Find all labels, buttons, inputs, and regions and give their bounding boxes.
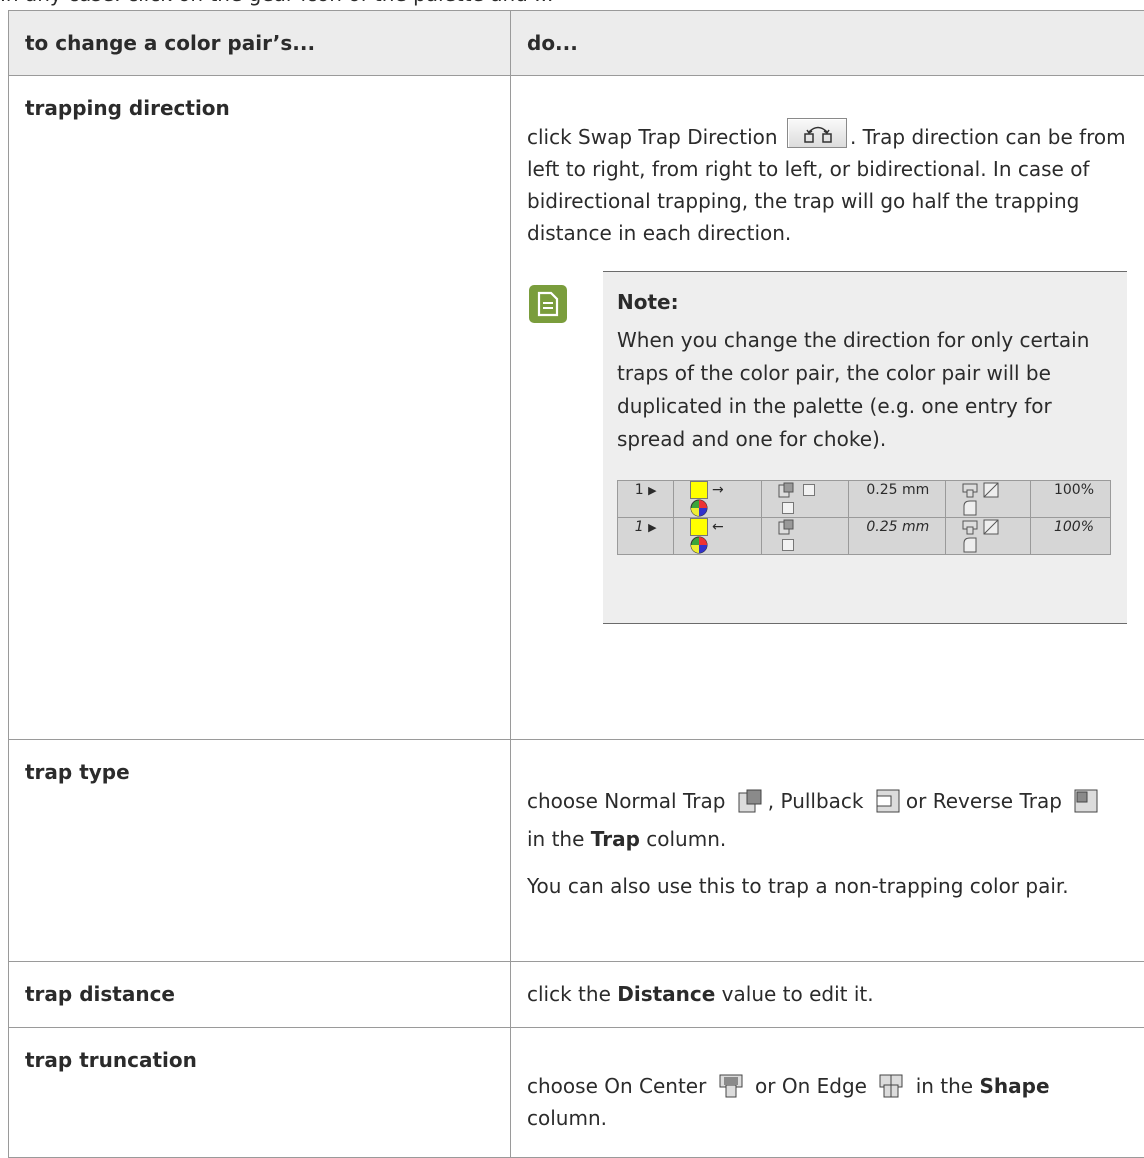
truncation-text-1: choose On Center (527, 1074, 706, 1098)
yellow-swatch (690, 518, 708, 536)
type-text-2: , Pullback (768, 789, 864, 813)
type-text-3: or Reverse Trap (906, 789, 1062, 813)
distance-text-end: value to edit it. (722, 982, 874, 1006)
checkbox-icon[interactable] (782, 502, 794, 514)
table-row-type: trap type choose Normal Trap , Pullback … (9, 740, 1144, 962)
truncation-text-2: or On Edge (755, 1074, 867, 1098)
trap-type-cell (762, 481, 849, 518)
palette-row-number: 1 (635, 519, 644, 535)
row-label-truncation: trap truncation (9, 1028, 511, 1158)
row-label-type: trap type (9, 740, 511, 962)
swap-trap-direction-button[interactable] (787, 118, 847, 148)
normal-trap-icon[interactable] (737, 788, 763, 814)
note-title: Note: (617, 286, 1111, 318)
expand-triangle-icon[interactable]: ▶ (648, 484, 656, 497)
palette-row-number-cell: 1 ▶ (618, 518, 674, 555)
trap-type-cell (762, 518, 849, 555)
percent-cell[interactable]: 100% (1031, 518, 1111, 555)
type-text-1: choose Normal Trap (527, 789, 725, 813)
type-text-4: in the (527, 827, 584, 851)
swap-direction-icon (803, 123, 833, 145)
table-row-truncation: trap truncation choose On Center or On E… (9, 1028, 1144, 1158)
on-center-icon[interactable] (962, 519, 978, 535)
distance-cell[interactable]: 0.25 mm (849, 518, 946, 555)
trap-type-paragraph: choose Normal Trap , Pullback or Reverse… (527, 782, 1128, 858)
distance-text-1: click the (527, 982, 611, 1006)
palette-row[interactable]: 1 ▶ ← (618, 518, 1111, 555)
pullback-icon[interactable] (875, 788, 901, 814)
table-header-row: to change a color pair’s... do... (9, 11, 1144, 76)
palette-row[interactable]: 1 ▶ → (618, 481, 1111, 518)
row-content-distance: click the Distance value to edit it. (511, 962, 1144, 1028)
table-row-distance: trap distance click the Distance value t… (9, 962, 1144, 1028)
checkbox-icon[interactable] (803, 484, 815, 496)
distance-paragraph: click the Distance value to edit it. (527, 978, 1128, 1010)
color-pair-cell: ← (673, 518, 762, 555)
trap-type-paragraph-2: You can also use this to trap a non-trap… (527, 870, 1128, 902)
corner-icon[interactable] (983, 519, 999, 535)
truncation-text-end: column. (527, 1106, 607, 1130)
multicolor-swatch-icon (690, 499, 708, 517)
direction-arrow[interactable]: ← (712, 519, 724, 535)
type-text-4-end: column. (646, 827, 726, 851)
shape-column-name: Shape (979, 1074, 1049, 1098)
truncation-paragraph: choose On Center or On Edge in the Shape… (527, 1070, 1128, 1134)
shape-cell (946, 481, 1031, 518)
header-col2: do... (511, 11, 1144, 76)
header-col1: to change a color pair’s... (9, 11, 511, 76)
reverse-trap-icon[interactable] (1073, 788, 1099, 814)
trap-palette-example: 1 ▶ → (617, 480, 1111, 555)
palette-row-number-cell: 1 ▶ (618, 481, 674, 518)
checkbox-icon[interactable] (782, 539, 794, 551)
on-edge-icon[interactable] (878, 1073, 904, 1099)
shape-cell (946, 518, 1031, 555)
on-center-icon[interactable] (962, 482, 978, 498)
row-label-distance: trap distance (9, 962, 511, 1028)
corner-icon[interactable] (983, 482, 999, 498)
instructions-table: to change a color pair’s... do... trappi… (8, 10, 1144, 1158)
direction-text-before: click Swap Trap Direction (527, 125, 778, 149)
note-text: When you change the direction for only c… (617, 324, 1111, 456)
end-icon[interactable] (962, 537, 978, 553)
table-row-direction: trapping direction click Swap Trap Direc… (9, 76, 1144, 740)
row-content-type: choose Normal Trap , Pullback or Reverse… (511, 740, 1144, 962)
row-label-direction: trapping direction (9, 76, 511, 740)
distance-cell[interactable]: 0.25 mm (849, 481, 946, 518)
note-icon (529, 285, 567, 323)
note-box: Note: When you change the direction for … (603, 271, 1127, 624)
normal-trap-icon[interactable] (778, 482, 794, 498)
percent-cell[interactable]: 100% (1031, 481, 1111, 518)
trap-column-name: Trap (591, 827, 640, 851)
expand-triangle-icon[interactable]: ▶ (648, 521, 656, 534)
row-content-direction: click Swap Trap Direction . Trap directi… (511, 76, 1144, 740)
distance-column-name: Distance (617, 982, 715, 1006)
row-content-truncation: choose On Center or On Edge in the Shape… (511, 1028, 1144, 1158)
normal-trap-icon[interactable] (778, 519, 794, 535)
note-block: Note: When you change the direction for … (527, 271, 1095, 624)
end-icon[interactable] (962, 500, 978, 516)
palette-row-number: 1 (635, 482, 644, 498)
truncation-text-3: in the (916, 1074, 973, 1098)
on-center-icon[interactable] (718, 1073, 744, 1099)
color-pair-cell: → (673, 481, 762, 518)
multicolor-swatch-icon (690, 536, 708, 554)
direction-paragraph: click Swap Trap Direction . Trap directi… (527, 118, 1144, 249)
yellow-swatch (690, 481, 708, 499)
direction-arrow[interactable]: → (712, 482, 724, 498)
